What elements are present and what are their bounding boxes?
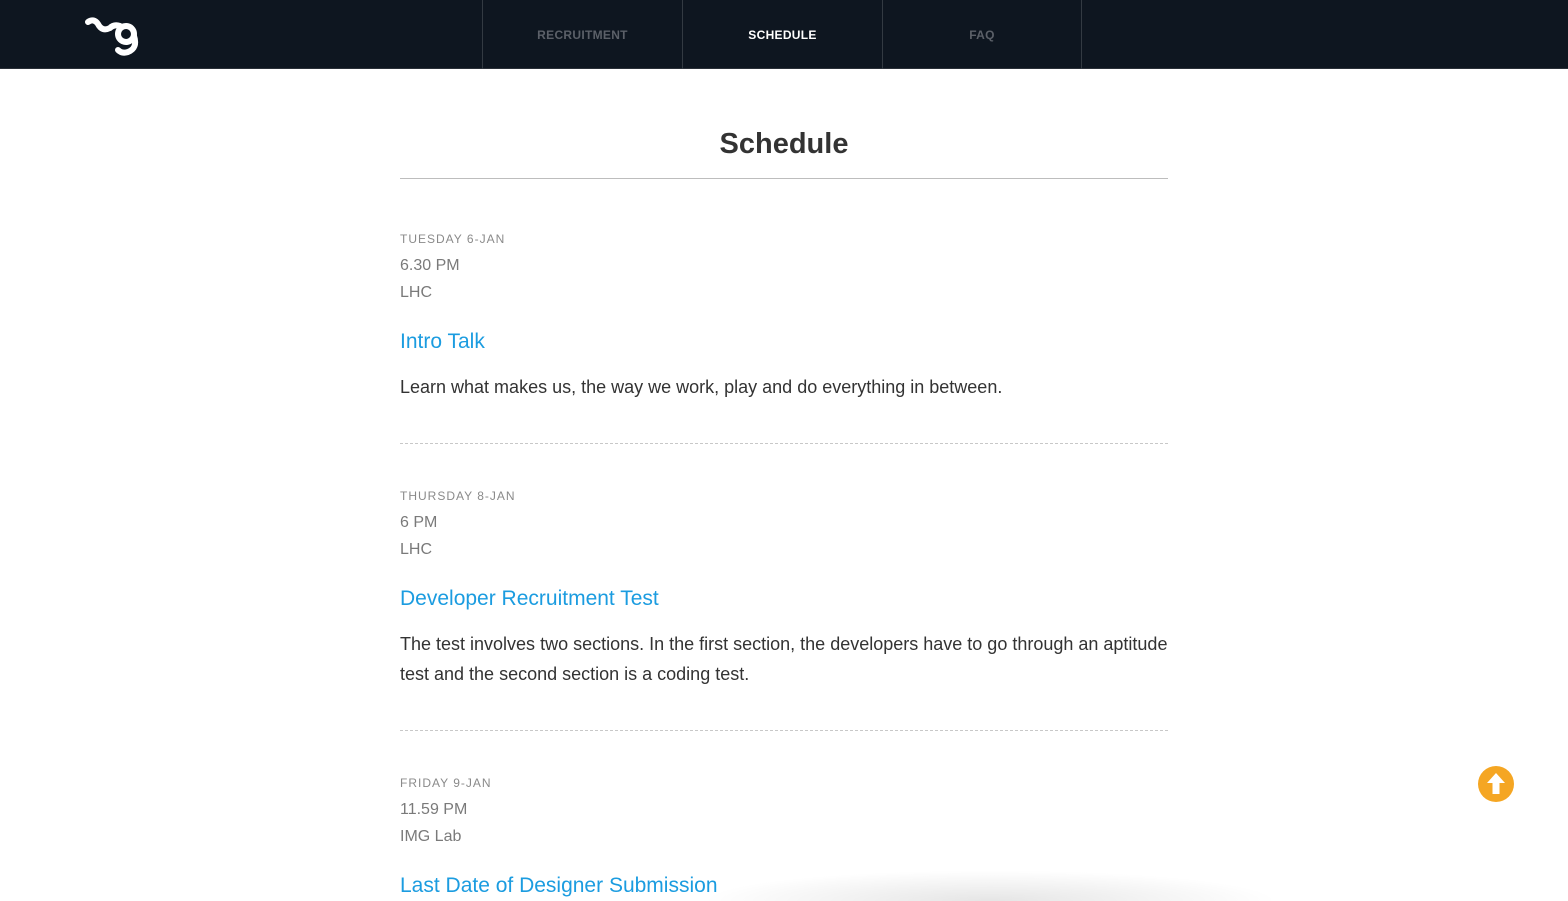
- top-navigation-bar: RECRUITMENT SCHEDULE FAQ: [0, 0, 1568, 69]
- event-time: 6 PM: [400, 514, 438, 531]
- scroll-to-top-button[interactable]: [1478, 766, 1514, 802]
- event-title-link[interactable]: Developer Recruitment Test: [400, 587, 659, 611]
- page-title: Schedule: [719, 128, 849, 160]
- arrow-up-circle-icon: [1479, 767, 1513, 801]
- event-divider: [400, 730, 1168, 731]
- event-time: 11.59 PM: [400, 801, 468, 818]
- nav-faq[interactable]: FAQ: [882, 0, 1082, 69]
- nav-recruitment[interactable]: RECRUITMENT: [482, 0, 682, 69]
- event-location: LHC: [400, 284, 433, 301]
- img-logo-icon[interactable]: [84, 12, 144, 60]
- nav-schedule[interactable]: SCHEDULE: [682, 0, 882, 69]
- event-description: Learn what makes us, the way we work, pl…: [400, 377, 1003, 397]
- event-title-link[interactable]: Last Date of Designer Submission: [400, 874, 718, 898]
- event-day: THURSDAY 8-JAN: [400, 489, 516, 503]
- event-location: LHC: [400, 541, 433, 558]
- event-time: 6.30 PM: [400, 257, 460, 274]
- bottom-shadow: [700, 870, 1280, 901]
- title-divider: [400, 178, 1168, 179]
- main-nav: RECRUITMENT SCHEDULE FAQ: [482, 0, 1082, 69]
- event-description: The test involves two sections. In the f…: [400, 634, 1168, 684]
- event-divider: [400, 443, 1168, 444]
- event-title-link[interactable]: Intro Talk: [400, 330, 485, 354]
- event-day: FRIDAY 9-JAN: [400, 776, 492, 790]
- event-day: TUESDAY 6-JAN: [400, 232, 506, 246]
- event-location: IMG Lab: [400, 828, 462, 845]
